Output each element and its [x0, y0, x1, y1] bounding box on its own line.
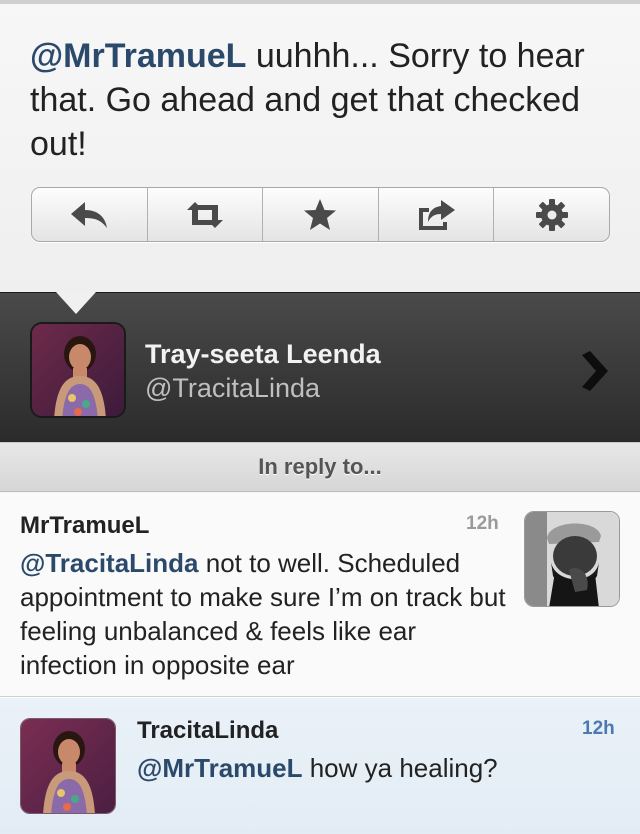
- reply-icon: [71, 201, 108, 228]
- mention-link[interactable]: @MrTramueL: [137, 753, 303, 783]
- share-icon: [419, 199, 456, 230]
- avatar[interactable]: [524, 511, 620, 607]
- tweet-mention-link[interactable]: @MrTramueL: [30, 37, 246, 75]
- author-profile-bar[interactable]: Tray-seeta Leenda @TracitaLinda: [0, 292, 640, 442]
- tweet-author-name: MrTramueL: [20, 512, 150, 539]
- profile-display-name: Tray-seeta Leenda: [145, 339, 381, 369]
- avatar[interactable]: [20, 718, 116, 814]
- reply-button[interactable]: [32, 188, 148, 241]
- favorite-button[interactable]: [263, 188, 379, 241]
- retweet-icon: [186, 201, 223, 228]
- profile-handle: @TracitaLinda: [145, 373, 320, 403]
- tweet-text: @TracitaLinda not to well. Scheduled app…: [20, 546, 510, 682]
- avatar[interactable]: [30, 322, 126, 418]
- tweet-timestamp: 12h: [582, 718, 615, 739]
- favorite-star-icon: [304, 198, 337, 230]
- tweet-timestamp: 12h: [466, 513, 499, 534]
- tweet-action-bar: [31, 187, 610, 242]
- chevron-right-icon[interactable]: [578, 349, 610, 393]
- in-reply-to-label: In reply to...: [258, 454, 382, 479]
- tweet-text: @MrTramueL uuhhh... Sorry to hear that. …: [30, 34, 610, 166]
- pointer-notch: [56, 292, 96, 314]
- tweet-author-name: TracitaLinda: [137, 717, 279, 744]
- gear-icon: [535, 198, 568, 231]
- in-reply-to-header: In reply to...: [0, 442, 640, 492]
- mention-link[interactable]: @TracitaLinda: [20, 548, 199, 578]
- tweet-body: how ya healing?: [302, 753, 498, 783]
- retweet-button[interactable]: [148, 188, 264, 241]
- share-button[interactable]: [379, 188, 495, 241]
- tweet-detail: @MrTramueL uuhhh... Sorry to hear that. …: [0, 4, 640, 292]
- more-settings-button[interactable]: [494, 188, 609, 241]
- list-item[interactable]: MrTramueL 12h @TracitaLinda not to well.…: [0, 493, 640, 697]
- tweet-text: @MrTramueL how ya healing?: [137, 753, 498, 784]
- list-item[interactable]: TracitaLinda 12h @MrTramueL how ya heali…: [0, 697, 640, 834]
